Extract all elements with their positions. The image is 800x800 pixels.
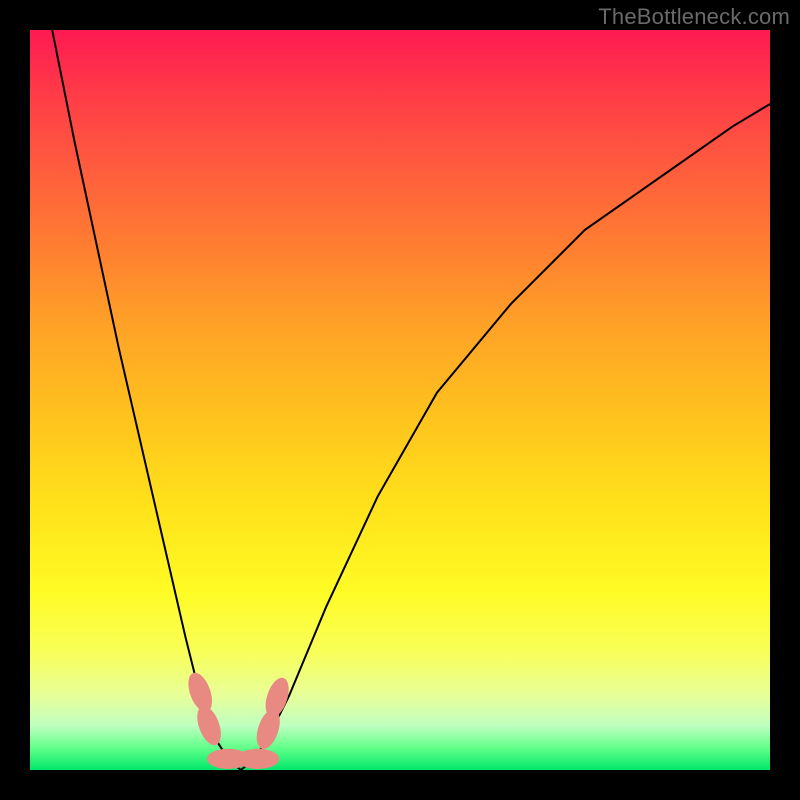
markers-group bbox=[184, 670, 292, 768]
curve-left bbox=[52, 30, 241, 770]
chart-svg bbox=[30, 30, 770, 770]
watermark-text: TheBottleneck.com bbox=[598, 4, 790, 30]
marker-valley-right bbox=[237, 749, 278, 768]
plot-area bbox=[30, 30, 770, 770]
curve-right bbox=[241, 104, 770, 770]
outer-frame: TheBottleneck.com bbox=[0, 0, 800, 800]
marker-left-cluster-lower bbox=[193, 704, 225, 748]
